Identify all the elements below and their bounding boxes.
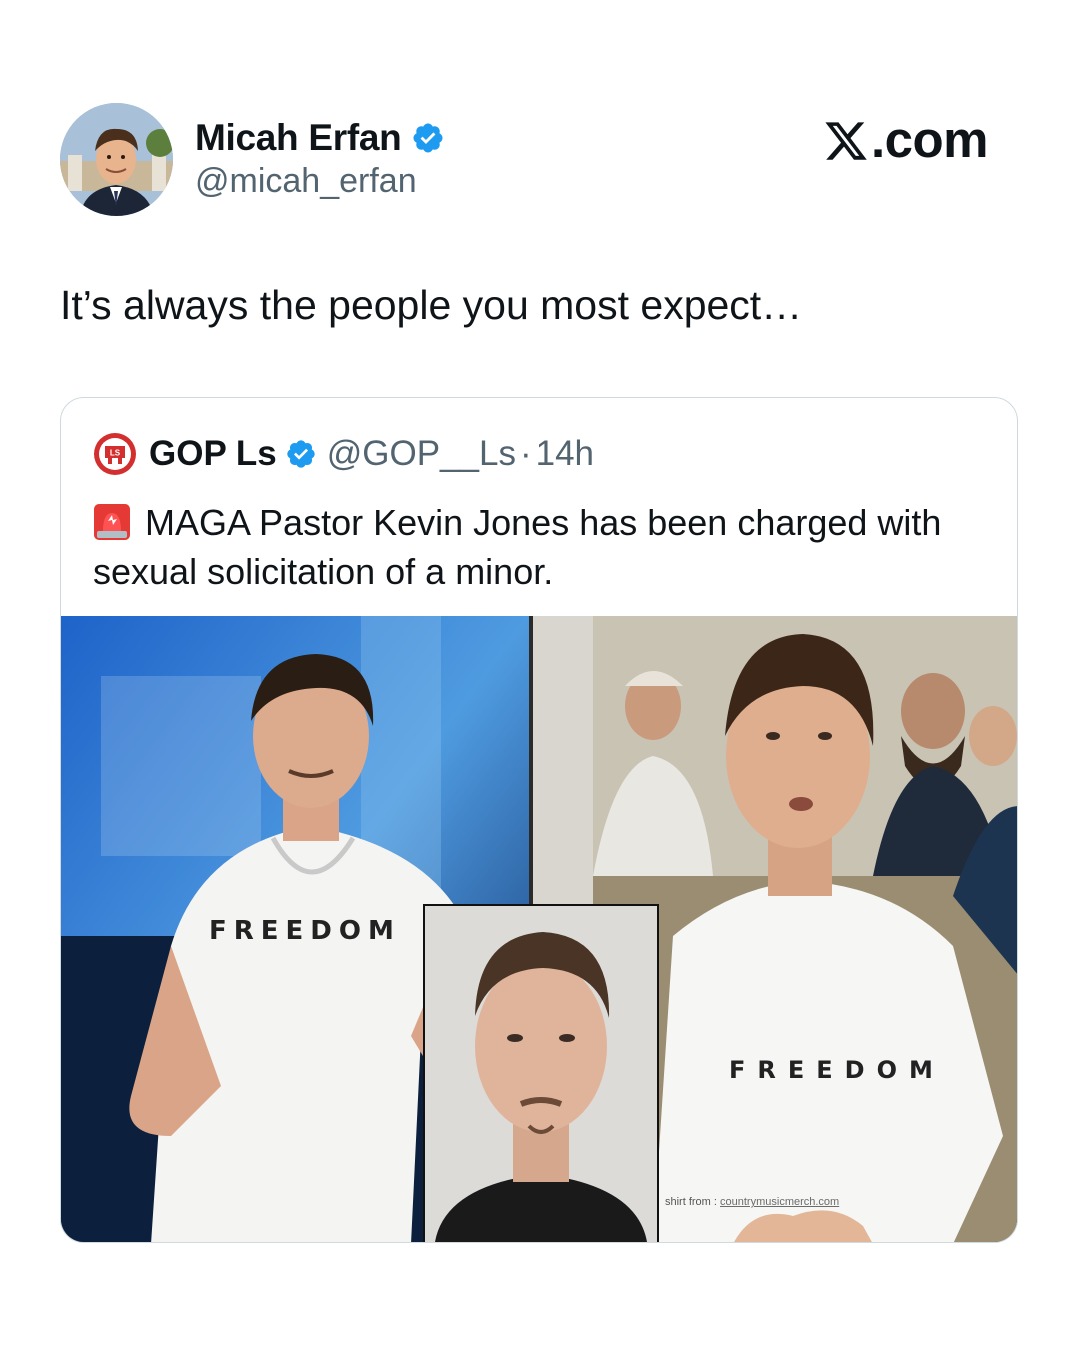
x-logo-icon xyxy=(823,117,869,163)
tweet-text: It’s always the people you most expect… xyxy=(60,282,803,328)
separator-dot: · xyxy=(519,434,532,473)
media-collage[interactable]: FREEDOM FREEDOM shirt from: countrymusi… xyxy=(61,616,1017,1242)
left-shirt-text: FREEDOM xyxy=(209,916,401,946)
quoted-author-name[interactable]: GOP Ls xyxy=(149,434,277,474)
siren-emoji-icon xyxy=(93,503,131,541)
brand-watermark: .com xyxy=(823,110,989,169)
gop-ls-logo-text: LS xyxy=(110,449,121,458)
author-name-row: Micah Erfan xyxy=(195,112,445,164)
quoted-tweet-card[interactable]: LS GOP Ls @GOP__Ls · 14h MAGA Pastor Kev… xyxy=(60,397,1018,1243)
quoted-timestamp[interactable]: 14h xyxy=(536,434,594,474)
author-avatar[interactable] xyxy=(60,103,173,216)
author-handle[interactable]: @micah_erfan xyxy=(195,162,417,201)
verified-badge-icon xyxy=(411,121,445,155)
gop-ls-logo-icon[interactable]: LS xyxy=(93,432,137,476)
brand-label: .com xyxy=(870,111,989,168)
mugshot-inset[interactable] xyxy=(423,904,659,1242)
quoted-verified-badge-icon xyxy=(285,438,317,470)
quoted-tweet-header: LS GOP Ls @GOP__Ls · 14h xyxy=(93,432,594,476)
credit-link[interactable]: countrymusicmerch.com xyxy=(720,1196,839,1208)
quoted-tweet-body: MAGA Pastor Kevin Jones has been charged… xyxy=(93,502,942,592)
photo-credit: shirt from : countrymusicmerch.com xyxy=(665,1196,839,1208)
author-name[interactable]: Micah Erfan xyxy=(195,117,402,159)
quoted-tweet-text: MAGA Pastor Kevin Jones has been charged… xyxy=(93,498,973,596)
right-shirt-text: FREEDOM xyxy=(729,1056,945,1084)
quoted-author-handle[interactable]: @GOP__Ls xyxy=(327,434,516,474)
credit-prefix: shirt from : xyxy=(665,1196,721,1208)
